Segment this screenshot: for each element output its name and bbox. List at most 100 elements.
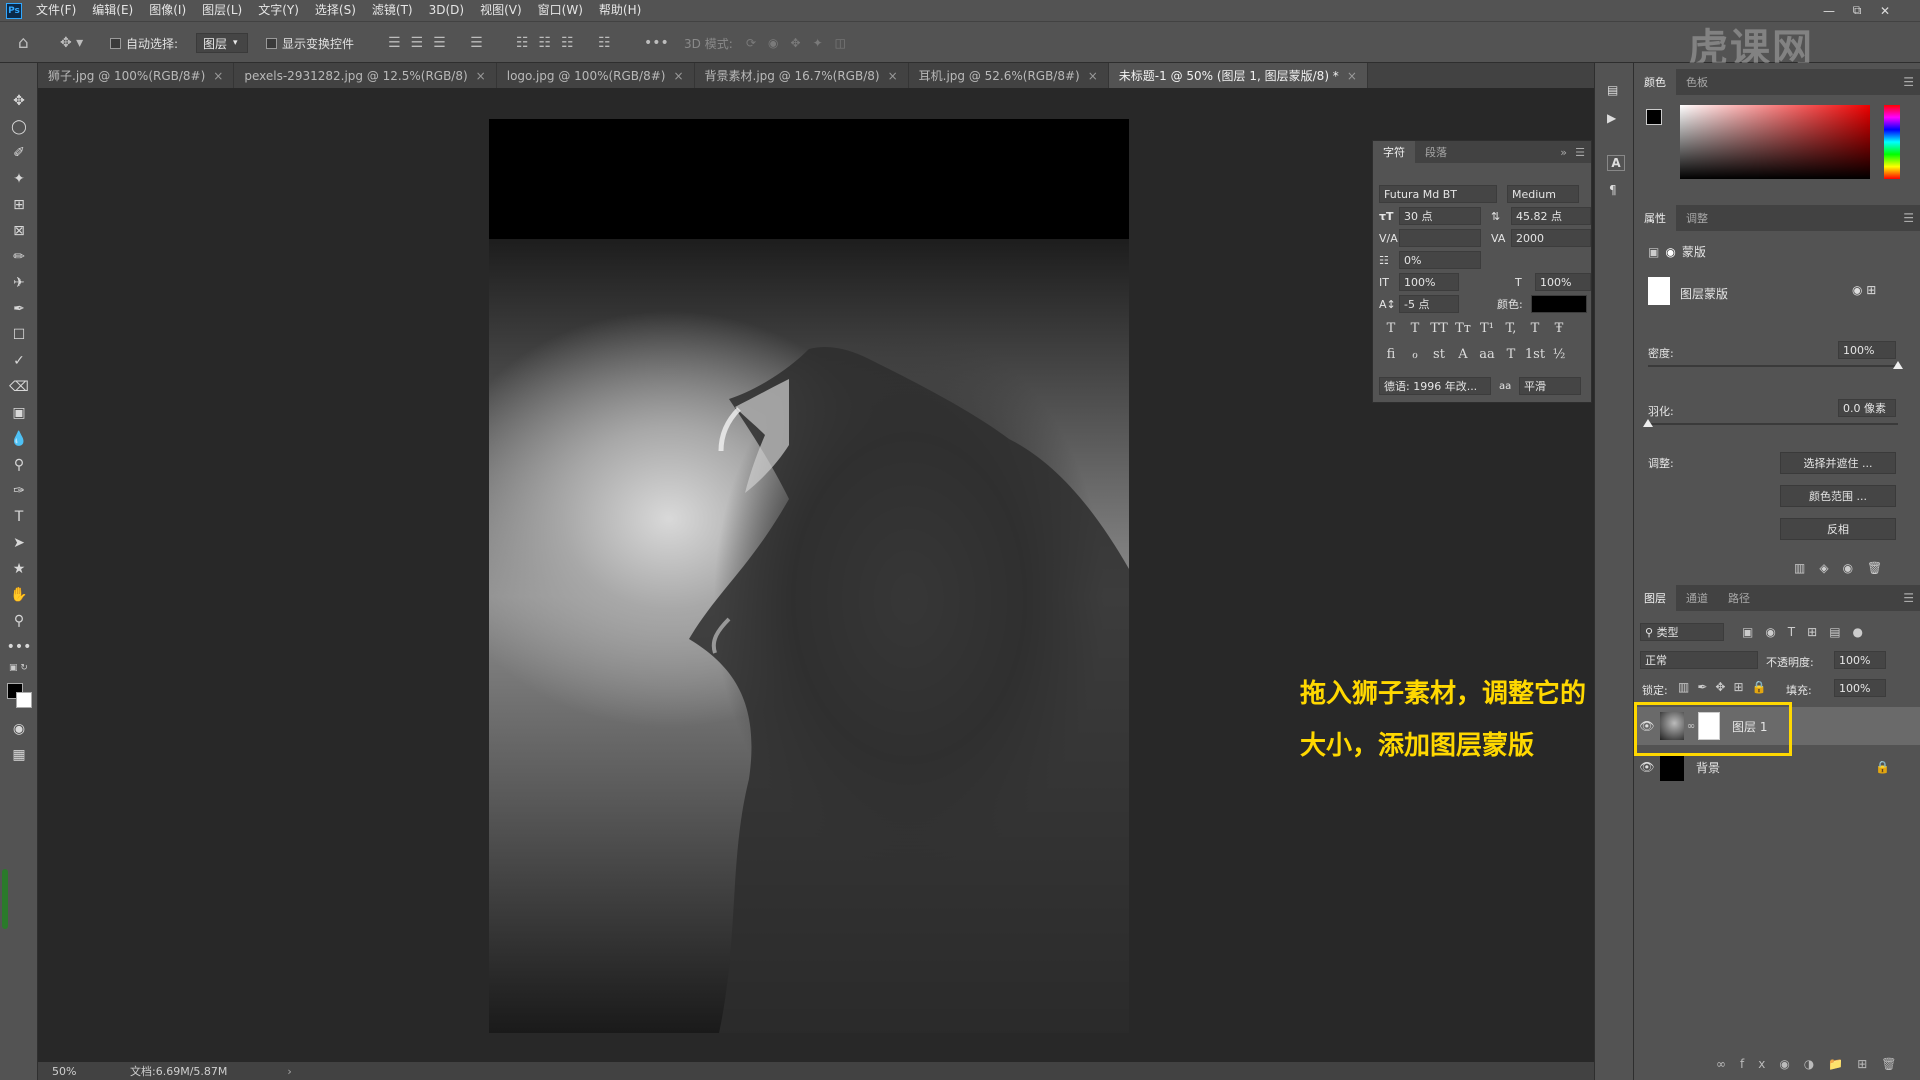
close-icon[interactable]: × [1347, 69, 1357, 83]
menu-image[interactable]: 图像(I) [141, 0, 194, 21]
color-picker-field[interactable] [1680, 105, 1870, 179]
zoom-tool-icon[interactable]: ⚲ [9, 611, 29, 631]
move-tool-preset-icon[interactable]: ✥ ▾ [60, 30, 83, 56]
feather-slider-track[interactable] [1648, 423, 1898, 425]
all-caps-icon[interactable]: TT [1427, 321, 1451, 336]
font-style-dropdown[interactable]: Medium [1507, 185, 1579, 203]
tsume-field[interactable]: 0% [1399, 251, 1481, 269]
close-icon[interactable]: ✕ [1872, 0, 1898, 21]
chevron-right-icon[interactable]: › [287, 1065, 291, 1078]
swash-icon[interactable]: A [1451, 347, 1475, 362]
close-icon[interactable]: × [476, 69, 486, 83]
menu-filter[interactable]: 滤镜(T) [364, 0, 421, 21]
tab-background[interactable]: 背景素材.jpg @ 16.7%(RGB/8) × [695, 63, 909, 88]
brush-tool-icon[interactable]: ✒ [9, 299, 29, 319]
paragraph-panel-icon[interactable]: ¶ [1609, 183, 1617, 197]
layer-action-icons[interactable]: ∞fx◉◑📁⊞🗑 [1716, 1057, 1911, 1071]
density-slider-thumb[interactable] [1893, 361, 1903, 369]
font-family-dropdown[interactable]: Futura Md BT [1379, 185, 1497, 203]
text-color-swatch[interactable] [1531, 295, 1587, 313]
tab-character[interactable]: 字符 [1373, 141, 1415, 163]
menu-help[interactable]: 帮助(H) [591, 0, 649, 21]
distribute-buttons[interactable]: ☷☷☷ ☷ [516, 30, 621, 56]
layer-filter-dropdown[interactable]: ⚲ 类型 [1640, 623, 1724, 641]
old-style-icon[interactable]: ℴ [1403, 347, 1427, 362]
eye-icon[interactable]: 👁 [1634, 760, 1660, 774]
menu-layer[interactable]: 图层(L) [194, 0, 250, 21]
density-field[interactable]: 100% [1838, 341, 1896, 359]
tracking-field[interactable]: 2000 [1511, 229, 1591, 247]
tab-properties[interactable]: 属性 [1634, 205, 1676, 231]
titling-alternates-icon[interactable]: T [1499, 347, 1523, 362]
baseline-shift-field[interactable]: -5 点 [1399, 295, 1459, 313]
menu-select[interactable]: 选择(S) [307, 0, 364, 21]
blur-tool-icon[interactable]: 💧 [9, 429, 29, 449]
tab-headphones[interactable]: 耳机.jpg @ 52.6%(RGB/8#) × [909, 63, 1109, 88]
screen-mode-icon[interactable]: ▦ [9, 745, 29, 765]
auto-select-dropdown[interactable]: 图层 ▾ [196, 33, 248, 53]
tab-swatches[interactable]: 色板 [1676, 69, 1718, 95]
menu-window[interactable]: 窗口(W) [530, 0, 591, 21]
menu-file[interactable]: 文件(F) [28, 0, 84, 21]
close-icon[interactable]: × [213, 69, 223, 83]
stamp-tool-icon[interactable]: ☐ [9, 325, 29, 345]
auto-select-checkbox[interactable]: 自动选择: [110, 30, 178, 56]
density-slider-track[interactable] [1648, 365, 1898, 367]
feather-field[interactable]: 0.0 像素 [1838, 399, 1896, 417]
mask-thumbnail[interactable] [1648, 277, 1670, 305]
menu-type[interactable]: 文字(Y) [250, 0, 307, 21]
panel-menu-icon[interactable]: ☰ [1575, 146, 1585, 159]
quick-mask-icon[interactable]: ◉ [9, 719, 29, 739]
fractions-icon[interactable]: ½ [1547, 347, 1571, 362]
select-and-mask-button[interactable]: 选择并遮住 ... [1780, 452, 1896, 474]
frame-tool-icon[interactable]: ⊠ [9, 221, 29, 241]
collapse-icon[interactable]: » [1560, 146, 1567, 159]
feather-slider-thumb[interactable] [1643, 419, 1653, 427]
leading-field[interactable]: 45.82 点 [1511, 207, 1591, 225]
hue-slider[interactable] [1884, 105, 1900, 179]
vector-mask-icon[interactable]: ◉ [1665, 245, 1675, 259]
home-icon[interactable]: ⌂ [18, 30, 29, 56]
zoom-level[interactable]: 50% [52, 1065, 112, 1078]
superscript-icon[interactable]: T¹ [1475, 321, 1499, 336]
opacity-field[interactable]: 100% [1834, 651, 1886, 669]
shape-tool-icon[interactable]: ★ [9, 559, 29, 579]
tab-pexels[interactable]: pexels-2931282.jpg @ 12.5%(RGB/8) × [234, 63, 497, 88]
lasso-tool-icon[interactable]: ✐ [9, 143, 29, 163]
panel-menu-icon[interactable]: ☰ [1903, 75, 1914, 89]
type-tool-icon[interactable]: T [9, 507, 29, 527]
close-icon[interactable]: × [888, 69, 898, 83]
history-brush-tool-icon[interactable]: ✓ [9, 351, 29, 371]
select-mask-icon[interactable]: ◉ ⊞ [1852, 283, 1876, 297]
small-caps-icon[interactable]: Tт [1451, 321, 1475, 336]
tab-adjustments[interactable]: 调整 [1676, 205, 1718, 231]
tab-paths[interactable]: 路径 [1718, 585, 1760, 611]
dodge-tool-icon[interactable]: ⚲ [9, 455, 29, 475]
glyph-buttons-row1[interactable]: T T TT Tт T¹ T, T Ŧ [1379, 321, 1585, 336]
crop-tool-icon[interactable]: ⊞ [9, 195, 29, 215]
character-panel-icon[interactable]: A [1607, 155, 1625, 171]
kerning-field[interactable] [1399, 229, 1481, 247]
eraser-tool-icon[interactable]: ⌫ [9, 377, 29, 397]
align-buttons[interactable]: ☰☰☰ ☰ [388, 30, 493, 56]
hand-tool-icon[interactable]: ✋ [9, 585, 29, 605]
history-icon[interactable]: ▤ [1607, 83, 1618, 97]
foreground-color-chip[interactable] [1646, 109, 1662, 125]
tab-logo[interactable]: logo.jpg @ 100%(RGB/8#) × [497, 63, 695, 88]
stylistic-alternates-icon[interactable]: aa [1475, 347, 1499, 362]
blend-mode-dropdown[interactable]: 正常 [1640, 651, 1758, 669]
show-transform-checkbox[interactable]: 显示变换控件 [266, 30, 354, 56]
tab-untitled[interactable]: 未标题-1 @ 50% (图层 1, 图层蒙版/8) * × [1108, 63, 1368, 88]
menu-edit[interactable]: 编辑(E) [84, 0, 141, 21]
discretionary-ligature-icon[interactable]: st [1427, 347, 1451, 362]
restore-icon[interactable]: ⧉ [1844, 0, 1870, 21]
fill-field[interactable]: 100% [1834, 679, 1886, 697]
tab-paragraph[interactable]: 段落 [1415, 141, 1457, 163]
vertical-scale-field[interactable]: 100% [1399, 273, 1459, 291]
glyph-buttons-row2[interactable]: fi ℴ st Aaa T 1st ½ [1379, 347, 1585, 362]
move-tool-icon[interactable]: ✥ [9, 91, 29, 111]
tab-lion[interactable]: 狮子.jpg @ 100%(RGB/8#) × [38, 63, 235, 88]
pen-tool-icon[interactable]: ✑ [9, 481, 29, 501]
language-dropdown[interactable]: 德语: 1996 年改... [1379, 377, 1491, 395]
ligature-icon[interactable]: fi [1379, 347, 1403, 362]
